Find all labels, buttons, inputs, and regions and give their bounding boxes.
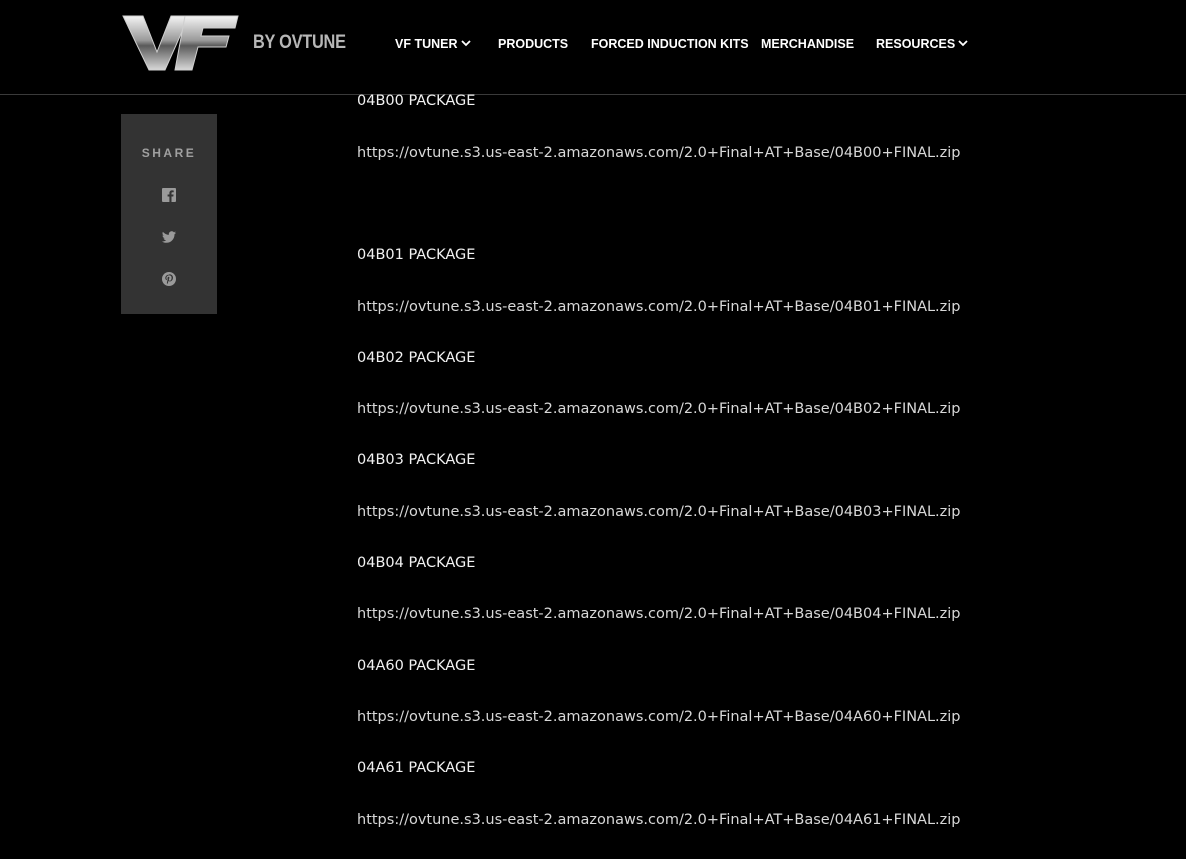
nav-item-forced-induction-kits[interactable]: FORCED INDUCTION KITS xyxy=(591,36,749,52)
nav-item-merchandise[interactable]: MERCHANDISE xyxy=(761,36,854,52)
site-header: BY OVTUNE VF TUNER PRODUCTS FORCED INDUC… xyxy=(0,0,1186,95)
nav-item-label: PRODUCTS xyxy=(498,37,569,51)
main-nav: VF TUNER PRODUCTS FORCED INDUCTION KITS … xyxy=(0,36,1186,56)
chevron-down-icon xyxy=(958,40,968,47)
package-title: 04B00 PACKAGE xyxy=(357,93,476,109)
share-panel: SHARE xyxy=(121,114,217,314)
nav-item-label: VF TUNER xyxy=(395,37,458,51)
nav-item-label: FORCED INDUCTION KITS xyxy=(591,37,749,51)
package-title: 04B03 PACKAGE xyxy=(357,452,476,468)
package-download-link[interactable]: https://ovtune.s3.us-east-2.amazonaws.co… xyxy=(357,811,961,829)
package-download-link[interactable]: https://ovtune.s3.us-east-2.amazonaws.co… xyxy=(357,605,961,623)
nav-item-vf-tuner[interactable]: VF TUNER xyxy=(395,36,471,52)
nav-item-label: MERCHANDISE xyxy=(761,37,855,51)
package-download-link[interactable]: https://ovtune.s3.us-east-2.amazonaws.co… xyxy=(357,708,961,726)
package-download-link[interactable]: https://ovtune.s3.us-east-2.amazonaws.co… xyxy=(357,400,961,418)
nav-item-products[interactable]: PRODUCTS xyxy=(498,36,568,52)
nav-item-label: RESOURCES xyxy=(876,37,956,51)
facebook-icon[interactable] xyxy=(161,187,177,203)
chevron-down-icon xyxy=(460,40,471,47)
package-download-link[interactable]: https://ovtune.s3.us-east-2.amazonaws.co… xyxy=(357,503,961,521)
package-title: 04B02 PACKAGE xyxy=(357,350,476,366)
package-download-link[interactable]: https://ovtune.s3.us-east-2.amazonaws.co… xyxy=(357,298,961,316)
package-title: 04A60 PACKAGE xyxy=(357,658,476,674)
package-title: 04A61 PACKAGE xyxy=(357,760,476,776)
package-title: 04B01 PACKAGE xyxy=(357,247,476,263)
pinterest-icon[interactable] xyxy=(161,271,177,287)
share-label: SHARE xyxy=(141,146,197,160)
twitter-icon[interactable] xyxy=(161,229,177,245)
nav-item-resources[interactable]: RESOURCES xyxy=(876,36,968,52)
package-download-link[interactable]: https://ovtune.s3.us-east-2.amazonaws.co… xyxy=(357,144,961,162)
package-title: 04B04 PACKAGE xyxy=(357,555,476,571)
